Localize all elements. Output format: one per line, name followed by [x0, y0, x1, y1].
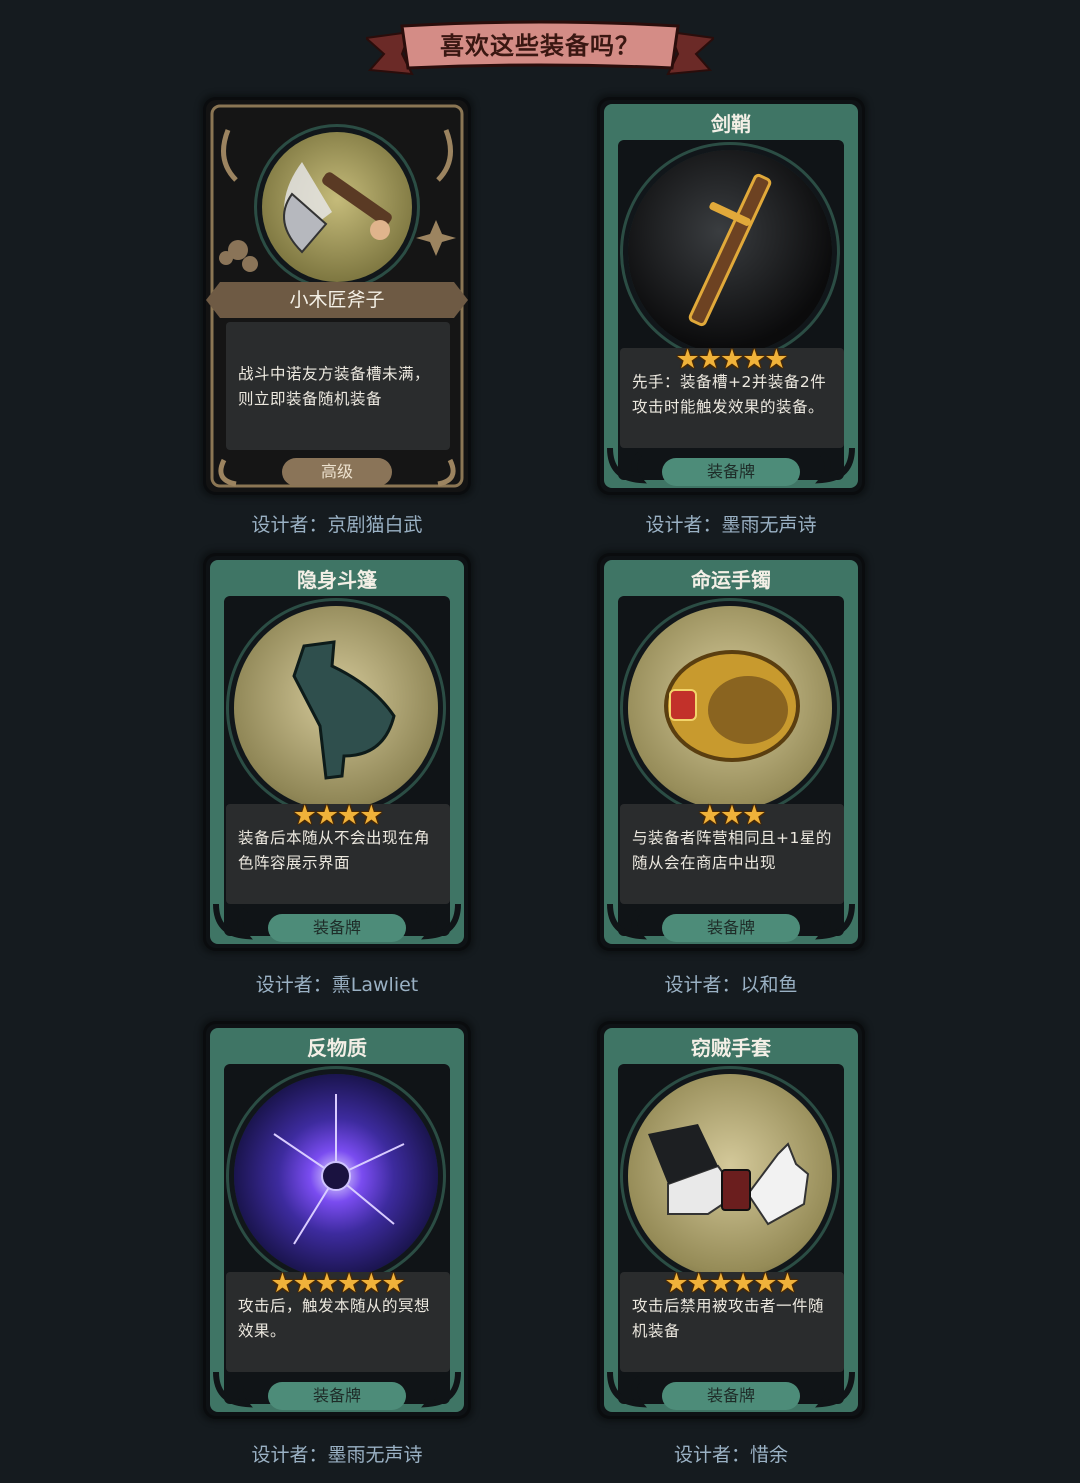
- card-body: 窃贼手套 ★★★★★★ 攻击后禁用被攻击者一件随机装备 装备牌: [600, 1024, 862, 1416]
- card-name: 命运手镯: [691, 568, 771, 592]
- title-banner: 喜欢这些装备吗？: [366, 18, 714, 82]
- axe-icon: [283, 162, 392, 254]
- card-name: 窃贼手套: [691, 1036, 771, 1060]
- card-type-badge: 装备牌: [268, 1382, 406, 1410]
- card-name: 反物质: [307, 1036, 367, 1060]
- cloak-image: [234, 606, 438, 810]
- antimatter-image: [234, 1074, 438, 1278]
- card-type-badge: 装备牌: [268, 914, 406, 942]
- sword-sheath-icon: [688, 173, 772, 327]
- card-description: 装备后本随从不会出现在角色阵容展示界面: [238, 829, 431, 872]
- glove-icon: [648, 1124, 810, 1226]
- card-body: 反物质 ★★★★★★ 攻击后，触发本随从的冥想效果。 装备牌: [206, 1024, 468, 1416]
- card-type-badge: 装备牌: [662, 1382, 800, 1410]
- designer-credit: 设计者：墨雨无声诗: [251, 1444, 423, 1466]
- glove-image: [628, 1074, 832, 1278]
- card-description: 攻击后禁用被攻击者一件随机装备: [632, 1297, 825, 1340]
- axe-image: [262, 132, 412, 282]
- card-rarity-badge: 高级: [282, 458, 392, 486]
- card-name: 小木匠斧子: [206, 282, 468, 318]
- designer-credit: 设计者：墨雨无声诗: [645, 514, 817, 536]
- cloak-icon: [292, 640, 396, 780]
- card-description: 攻击后，触发本随从的冥想效果。: [238, 1297, 431, 1340]
- designer-credit: 设计者：以和鱼: [664, 974, 798, 996]
- card-body: 命运手镯 ★★★ 与装备者阵营相同且+1星的随从会在商店中出现 装备牌: [600, 556, 862, 948]
- card-description: 战斗中诺友方装备槽未满，则立即装备随机装备: [238, 365, 431, 408]
- page-title: 喜欢这些装备吗？: [440, 32, 640, 60]
- card-description: 与装备者阵营相同且+1星的随从会在商店中出现: [632, 829, 832, 872]
- bracelet-icon: [664, 650, 800, 762]
- card-name: 剑鞘: [711, 112, 751, 136]
- card-name: 隐身斗篷: [297, 568, 377, 592]
- card-body: 隐身斗篷 ★★★★ 装备后本随从不会出现在角色阵容展示界面 装备牌: [206, 556, 468, 948]
- designer-credit: 设计者：京剧猫白武: [251, 514, 423, 536]
- card-body: 剑鞘 ★★★★★ 先手：装备槽+2并装备2件攻击时能触发效果的装备。 装备牌: [600, 100, 862, 492]
- designer-credit: 设计者：熏Lawliet: [255, 974, 419, 996]
- bracelet-image: [628, 606, 832, 810]
- card-type-badge: 装备牌: [662, 458, 800, 486]
- sheath-image: [628, 150, 832, 354]
- antimatter-icon: [273, 1094, 405, 1245]
- card-description: 先手：装备槽+2并装备2件攻击时能触发效果的装备。: [632, 373, 827, 416]
- designer-credit: 设计者：惜余: [673, 1444, 788, 1466]
- card-type-badge: 装备牌: [662, 914, 800, 942]
